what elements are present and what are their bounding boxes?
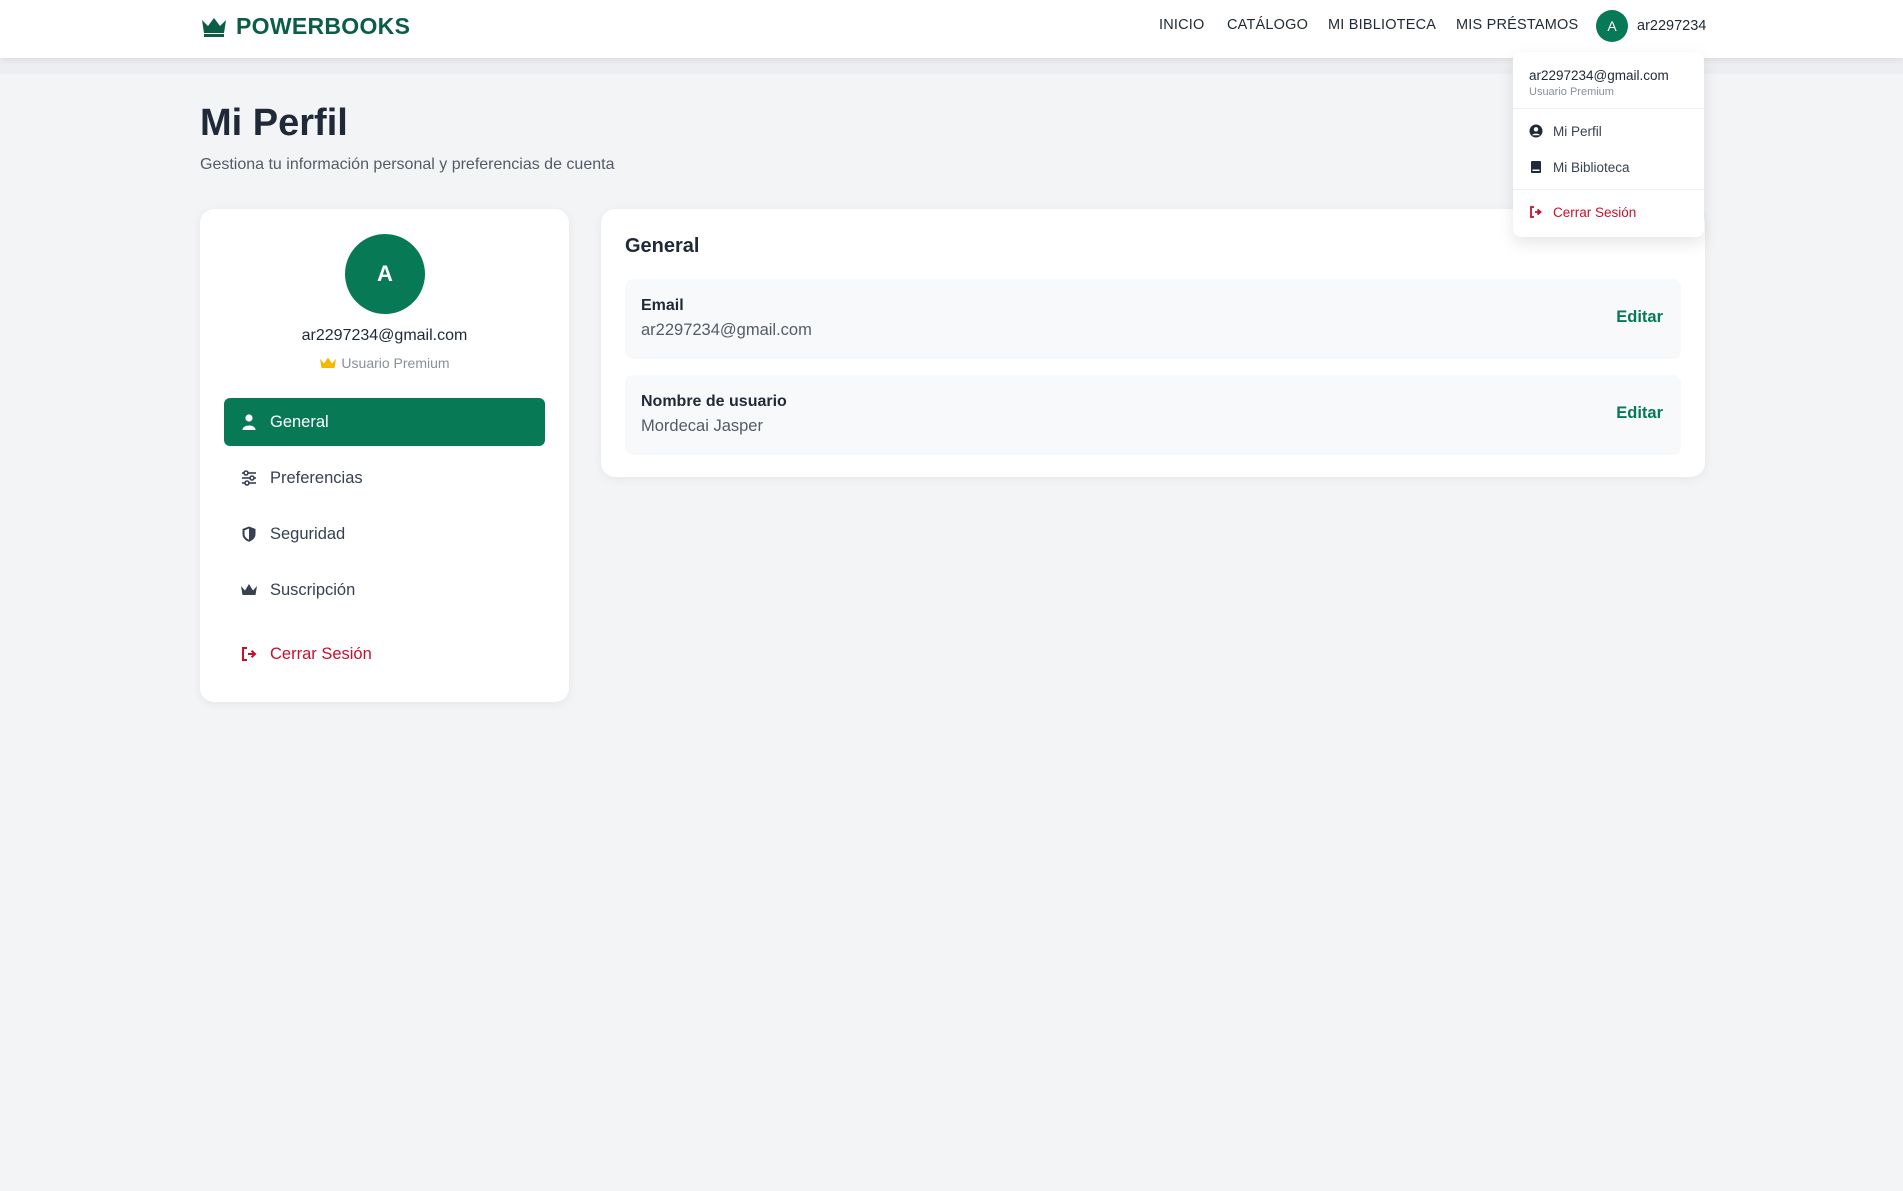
shield-icon [242, 526, 256, 542]
sidebar-logout-label: Cerrar Sesión [270, 644, 372, 663]
brand-logo[interactable]: POWERBOOKS [200, 12, 410, 40]
username-field-row: Nombre de usuario Mordecai Jasper Editar [625, 375, 1681, 455]
crown-icon [202, 18, 226, 37]
email-field-value: ar2297234@gmail.com [641, 321, 812, 339]
crown-icon [241, 584, 257, 595]
crown-icon [320, 357, 337, 368]
page-title: Mi Perfil [200, 102, 348, 144]
username-field-label: Nombre de usuario [641, 393, 787, 410]
brand-name: POWERBOOKS [236, 12, 411, 39]
book-icon [1531, 161, 1541, 173]
sliders-icon [242, 470, 256, 486]
profile-sidebar: A ar2297234@gmail.com Usuario Premium Ge… [200, 209, 569, 702]
sidebar-item-general[interactable]: General [224, 398, 545, 446]
sidebar-logout-button[interactable]: Cerrar Sesión [224, 630, 545, 678]
dropdown-item-label: Mi Biblioteca [1553, 159, 1630, 175]
email-field-row: Email ar2297234@gmail.com Editar [625, 279, 1681, 359]
top-navbar: POWERBOOKS INICIO CATÁLOGO MI BIBLIOTECA… [0, 0, 1903, 58]
dropdown-item-label: Mi Perfil [1553, 123, 1602, 139]
nav-link-mis-prestamos[interactable]: MIS PRÉSTAMOS [1456, 17, 1578, 33]
profile-role: Usuario Premium [200, 355, 569, 371]
profile-avatar: A [345, 234, 425, 314]
dropdown-item-mi-biblioteca[interactable]: Mi Biblioteca [1513, 149, 1704, 185]
sidebar-item-preferencias[interactable]: Preferencias [224, 454, 545, 502]
page-subtitle: Gestiona tu información personal y prefe… [200, 156, 615, 173]
sidebar-item-label: Suscripción [270, 580, 356, 599]
dropdown-divider [1513, 189, 1704, 190]
dropdown-role: Usuario Premium [1529, 86, 1614, 98]
sidebar-item-label: Preferencias [270, 468, 363, 487]
sidebar-item-seguridad[interactable]: Seguridad [224, 510, 545, 558]
nav-username: ar2297234 [1637, 18, 1707, 34]
logout-icon [242, 647, 257, 661]
logout-icon [1530, 206, 1542, 218]
user-circle-icon [1529, 124, 1543, 138]
edit-username-button[interactable]: Editar [1616, 404, 1663, 423]
profile-role-label: Usuario Premium [341, 355, 450, 371]
username-field-value: Mordecai Jasper [641, 417, 763, 435]
section-title: General [625, 235, 700, 257]
profile-email: ar2297234@gmail.com [301, 327, 468, 344]
user-icon [242, 414, 256, 430]
edit-email-button[interactable]: Editar [1616, 308, 1663, 327]
dropdown-header: ar2297234@gmail.com Usuario Premium [1513, 52, 1704, 109]
sidebar-item-label: Seguridad [270, 524, 346, 543]
sidebar-item-suscripcion[interactable]: Suscripción [224, 566, 545, 614]
user-dropdown: ar2297234@gmail.com Usuario Premium Mi P… [1513, 52, 1704, 237]
nav-link-catalogo[interactable]: CATÁLOGO [1227, 17, 1308, 33]
dropdown-logout-label: Cerrar Sesión [1553, 204, 1637, 220]
dropdown-item-mi-perfil[interactable]: Mi Perfil [1513, 113, 1704, 149]
dropdown-logout-button[interactable]: Cerrar Sesión [1513, 194, 1704, 230]
nav-link-inicio[interactable]: INICIO [1159, 17, 1205, 33]
avatar: A [1596, 10, 1628, 42]
email-field-label: Email [641, 297, 684, 314]
nav-link-mi-biblioteca[interactable]: MI BIBLIOTECA [1328, 17, 1436, 33]
user-menu-toggle[interactable]: A ar2297234 [1596, 10, 1706, 42]
dropdown-email: ar2297234@gmail.com [1529, 68, 1669, 83]
general-settings-card: General Email ar2297234@gmail.com Editar… [601, 209, 1705, 477]
sidebar-item-label: General [270, 412, 329, 431]
